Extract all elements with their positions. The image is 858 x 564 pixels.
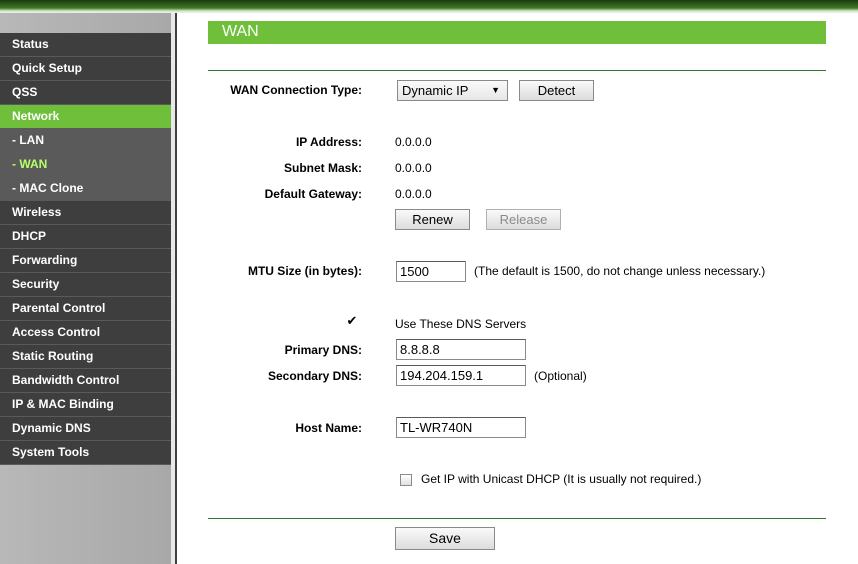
main-content: WAN WAN Connection Type: Dynamic IP ▼ De…: [177, 13, 858, 564]
use-dns-label: Use These DNS Servers: [395, 317, 527, 331]
sidebar-item-forwarding[interactable]: Forwarding: [0, 249, 171, 273]
primary-dns-input[interactable]: 8.8.8.8: [396, 339, 526, 360]
sidebar-item-static-routing[interactable]: Static Routing: [0, 345, 171, 369]
sidebar-item-ip-mac-binding[interactable]: IP & MAC Binding: [0, 393, 171, 417]
unicast-dhcp-checkbox[interactable]: [400, 474, 412, 486]
secondary-dns-label: Secondary DNS:: [267, 369, 362, 383]
ip-address-label: IP Address:: [295, 135, 362, 149]
detect-button[interactable]: Detect: [519, 80, 594, 101]
host-name-input[interactable]: TL-WR740N: [396, 417, 526, 438]
save-button[interactable]: Save: [395, 527, 495, 550]
mtu-hint: (The default is 1500, do not change unle…: [474, 264, 766, 278]
ip-address-value: 0.0.0.0: [395, 135, 432, 149]
mtu-input[interactable]: 1500: [396, 261, 466, 282]
top-divider: [208, 70, 826, 71]
subnet-mask-value: 0.0.0.0: [395, 161, 432, 175]
sidebar-item-wireless[interactable]: Wireless: [0, 201, 171, 225]
sidebar-item-access-control[interactable]: Access Control: [0, 321, 171, 345]
sidebar-item-parental-control[interactable]: Parental Control: [0, 297, 171, 321]
sidebar-item-bandwidth-control[interactable]: Bandwidth Control: [0, 369, 171, 393]
dropdown-arrow-icon: ▼: [491, 85, 500, 95]
connection-type-label: WAN Connection Type:: [230, 83, 362, 97]
host-name-label: Host Name:: [295, 421, 362, 435]
gateway-label: Default Gateway:: [264, 187, 362, 201]
secondary-dns-input[interactable]: 194.204.159.1: [396, 365, 526, 386]
gateway-value: 0.0.0.0: [395, 187, 432, 201]
sidebar-item-status[interactable]: Status: [0, 33, 171, 57]
sidebar-item-lan[interactable]: - LAN: [0, 129, 171, 153]
sidebar-item-network[interactable]: Network: [0, 105, 171, 129]
subnet-mask-label: Subnet Mask:: [283, 161, 362, 175]
connection-type-select[interactable]: Dynamic IP ▼: [397, 80, 508, 101]
sidebar-item-wan[interactable]: - WAN: [0, 153, 171, 177]
sidebar-item-mac-clone[interactable]: - MAC Clone: [0, 177, 171, 201]
release-button[interactable]: Release: [486, 209, 561, 230]
sidebar-item-system-tools[interactable]: System Tools: [0, 441, 171, 465]
renew-button[interactable]: Renew: [395, 209, 470, 230]
sidebar-item-quick-setup[interactable]: Quick Setup: [0, 57, 171, 81]
optional-hint: (Optional): [534, 369, 587, 383]
page-title: WAN: [208, 21, 826, 44]
primary-dns-label: Primary DNS:: [284, 343, 362, 357]
unicast-dhcp-label: Get IP with Unicast DHCP (It is usually …: [421, 472, 702, 486]
sidebar-item-qss[interactable]: QSS: [0, 81, 171, 105]
sidebar: Status Quick Setup QSS Network - LAN - W…: [0, 13, 175, 564]
connection-type-value: Dynamic IP: [402, 83, 469, 98]
sidebar-item-dhcp[interactable]: DHCP: [0, 225, 171, 249]
bottom-divider: [208, 518, 826, 519]
sidebar-item-dynamic-dns[interactable]: Dynamic DNS: [0, 417, 171, 441]
mtu-label: MTU Size (in bytes):: [247, 264, 362, 278]
sidebar-item-security[interactable]: Security: [0, 273, 171, 297]
use-dns-checkbox[interactable]: ✔: [346, 314, 358, 328]
sidebar-menu: Status Quick Setup QSS Network - LAN - W…: [0, 33, 171, 465]
top-banner: [0, 0, 858, 13]
